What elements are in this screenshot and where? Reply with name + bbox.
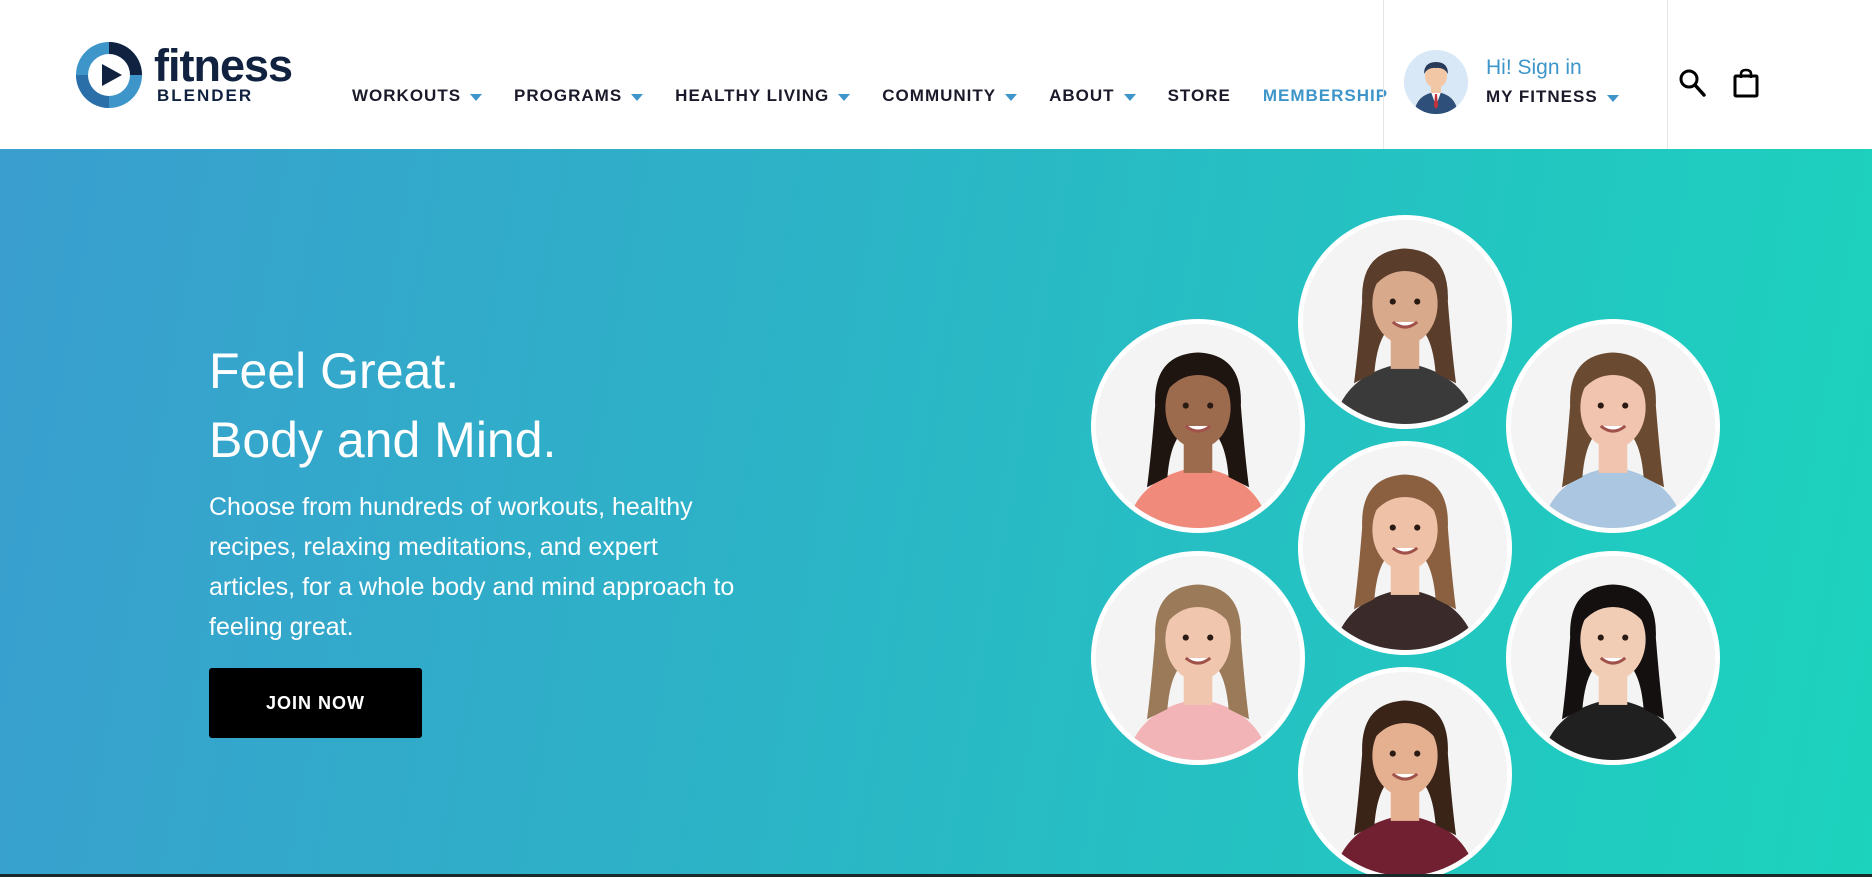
chevron-down-icon: [838, 93, 851, 101]
hero-headline: Feel Great. Body and Mind.: [209, 337, 556, 475]
search-button[interactable]: [1678, 68, 1706, 98]
fitness-blender-logo[interactable]: fitness BLENDER: [74, 40, 314, 112]
trainer-photo: [1506, 551, 1720, 765]
chevron-down-icon: [631, 93, 644, 101]
trainer-portrait-icon: [1096, 556, 1300, 760]
logo-wordmark: fitness: [154, 40, 293, 91]
account-panel: Hi! Sign in MY FITNESS: [1383, 0, 1668, 149]
user-avatar-icon: [1404, 50, 1468, 114]
shopping-bag-icon: [1733, 68, 1759, 98]
trainer-photo: [1091, 551, 1305, 765]
nav-item-label: COMMUNITY: [882, 86, 997, 105]
logo-mark-icon: [76, 42, 142, 108]
nav-item-programs[interactable]: PROGRAMS: [514, 86, 644, 106]
my-fitness-label: MY FITNESS: [1486, 87, 1598, 106]
trainer-portrait-icon: [1303, 446, 1507, 650]
nav-item-label: WORKOUTS: [352, 86, 462, 105]
sign-in-link[interactable]: Hi! Sign in: [1486, 56, 1582, 80]
trainer-photo: [1298, 667, 1512, 877]
site-header: fitness BLENDER WORKOUTS PROGRAMS HEALTH…: [0, 0, 1872, 149]
trainer-photo: [1298, 441, 1512, 655]
logo-subtitle: BLENDER: [157, 86, 254, 105]
avatar[interactable]: [1404, 50, 1468, 114]
nav-item-membership[interactable]: MEMBERSHIP: [1263, 86, 1388, 106]
nav-item-label: MEMBERSHIP: [1262, 86, 1389, 105]
trainer-photo: [1298, 215, 1512, 429]
hero-section: Feel Great. Body and Mind. Choose from h…: [0, 149, 1872, 877]
hero-description: Choose from hundreds of workouts, health…: [209, 493, 735, 641]
trainer-portrait-icon: [1511, 556, 1715, 760]
nav-item-label: PROGRAMS: [514, 86, 623, 105]
trainer-portrait-icon: [1303, 672, 1507, 876]
nav-item-workouts[interactable]: WORKOUTS: [352, 86, 483, 106]
chevron-down-icon: [1123, 93, 1136, 101]
headline-line-1: Feel Great.: [209, 343, 460, 399]
search-icon: [1679, 69, 1706, 97]
join-now-button[interactable]: JOIN NOW: [209, 668, 422, 738]
nav-item-label: STORE: [1167, 86, 1231, 105]
trainer-portrait-icon: [1096, 324, 1300, 528]
chevron-down-icon: [1005, 93, 1018, 101]
chevron-down-icon: [1606, 94, 1619, 102]
trainer-portrait-icon: [1303, 220, 1507, 424]
trainer-photo: [1506, 319, 1720, 533]
nav-item-label: HEALTHY LIVING: [675, 86, 830, 105]
headline-line-2: Body and Mind.: [209, 412, 557, 468]
main-nav: WORKOUTS PROGRAMS HEALTHY LIVING COMMUNI…: [352, 86, 1388, 106]
cart-button[interactable]: [1733, 68, 1759, 98]
nav-item-label: ABOUT: [1049, 86, 1115, 105]
trainer-portrait-icon: [1511, 324, 1715, 528]
my-fitness-menu[interactable]: MY FITNESS: [1486, 87, 1619, 107]
trainer-photo: [1091, 319, 1305, 533]
nav-item-about[interactable]: ABOUT: [1049, 86, 1136, 106]
nav-item-healthy-living[interactable]: HEALTHY LIVING: [675, 86, 851, 106]
nav-item-store[interactable]: STORE: [1168, 86, 1231, 106]
chevron-down-icon: [470, 93, 483, 101]
nav-item-community[interactable]: COMMUNITY: [882, 86, 1018, 106]
